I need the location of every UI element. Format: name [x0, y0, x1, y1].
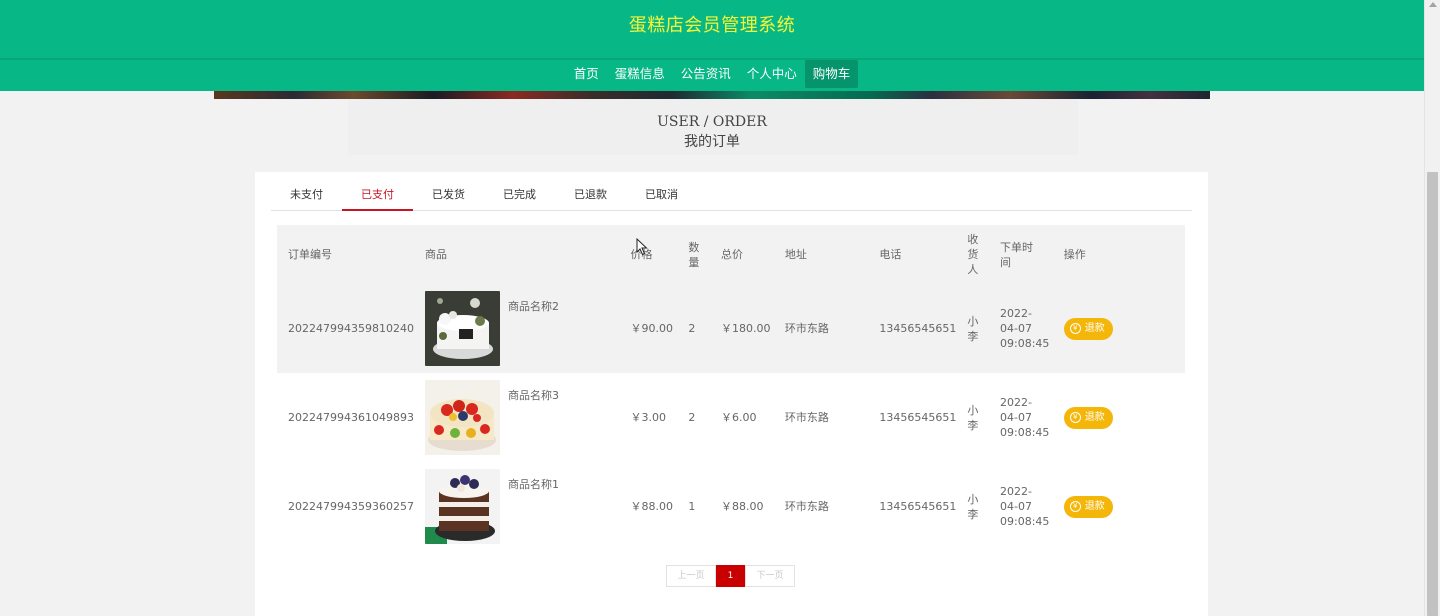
table-row: 202247994361049893 商品名称3 ￥3.00 2 ￥6.00 环… [277, 373, 1185, 462]
header-receiver-cell: 收货人 [956, 225, 989, 284]
goods-name[interactable]: 商品名称2 [508, 299, 559, 314]
address: 环市东路 [784, 500, 829, 513]
header-phone: 电话 [868, 225, 957, 284]
goods-info: 商品名称1 [424, 469, 620, 544]
nav-cake-info[interactable]: 蛋糕信息 [607, 60, 673, 88]
site-header: 蛋糕店会员管理系统 首页 蛋糕信息 公告资讯 个人中心 购物车 [0, 0, 1424, 91]
header-receiver: 收货人 [967, 233, 979, 276]
total: ￥6.00 [721, 411, 757, 424]
header-price: 价格 [619, 225, 678, 284]
order-time-cell: 2022-04-07 09:08:45 [989, 284, 1053, 373]
pagination: 上一页 1 下一页 [666, 565, 795, 587]
order-no: 202247994359360257 [288, 500, 414, 513]
cake-strawberry-fruit-image[interactable] [424, 380, 500, 455]
yen-icon: ¥ [1069, 323, 1081, 334]
order-time: 2022-04-07 09:08:45 [1000, 307, 1050, 350]
goods-name[interactable]: 商品名称3 [508, 388, 559, 403]
tab-shipped[interactable]: 已发货 [413, 180, 484, 210]
receiver: 小李 [967, 314, 979, 343]
receiver: 小李 [967, 492, 979, 521]
receiver-cell: 小李 [956, 373, 989, 462]
price: ￥88.00 [630, 500, 674, 513]
scroll-up-arrow-icon[interactable] [1429, 2, 1437, 7]
goods-name[interactable]: 商品名称1 [508, 477, 559, 492]
mouse-cursor-icon [636, 238, 648, 256]
nav-personal-center[interactable]: 个人中心 [739, 60, 805, 88]
price: ￥3.00 [630, 411, 667, 424]
order-time-cell: 2022-04-07 09:08:45 [989, 373, 1053, 462]
tab-cancelled[interactable]: 已取消 [626, 180, 697, 210]
goods-cell: 商品名称3 [414, 373, 620, 462]
order-time-cell: 2022-04-07 09:08:45 [989, 462, 1053, 551]
refund-label: 退款 [1084, 323, 1105, 334]
yen-icon: ¥ [1069, 501, 1081, 512]
prev-page-button[interactable]: 上一页 [666, 565, 716, 587]
order-time: 2022-04-07 09:08:45 [1000, 485, 1050, 528]
qty: 2 [688, 411, 696, 424]
header-total: 总价 [710, 225, 774, 284]
nav-announcements[interactable]: 公告资讯 [673, 60, 739, 88]
main-nav: 首页 蛋糕信息 公告资讯 个人中心 购物车 [0, 60, 1424, 88]
section-title-cn: 我的订单 [684, 134, 740, 150]
goods-cell: 商品名称2 [413, 284, 620, 373]
tab-paid[interactable]: 已支付 [342, 180, 413, 211]
goods-info: 商品名称3 [424, 380, 620, 455]
cake-white-flowers-image[interactable] [424, 291, 500, 366]
refund-label: 退款 [1084, 412, 1105, 423]
yen-icon: ¥ [1069, 412, 1081, 423]
current-page-button[interactable]: 1 [716, 565, 745, 587]
site-title: 蛋糕店会员管理系统 [628, 15, 796, 36]
action-cell: ¥ 退款 [1052, 284, 1185, 373]
tab-completed[interactable]: 已完成 [484, 180, 555, 210]
phone: 13456545651 [879, 500, 957, 513]
order-time: 2022-04-07 09:08:45 [1000, 396, 1050, 439]
table-header-row: 订单编号 商品 价格 数量 总价 地址 电话 收货人 下单时间 操作 [277, 225, 1185, 284]
qty: 1 [688, 500, 696, 513]
order-no: 202247994361049893 [288, 411, 414, 424]
scrollbar-thumb[interactable] [1427, 172, 1438, 616]
header-address: 地址 [773, 225, 869, 284]
nav-home[interactable]: 首页 [566, 60, 607, 88]
refund-button[interactable]: ¥ 退款 [1063, 406, 1113, 429]
header-action: 操作 [1052, 225, 1185, 284]
action-cell: ¥ 退款 [1053, 462, 1185, 551]
price: ￥90.00 [619, 284, 678, 373]
page-scrollbar[interactable] [1424, 0, 1440, 616]
refund-button[interactable]: ¥ 退款 [1063, 317, 1113, 340]
tab-refunded[interactable]: 已退款 [555, 180, 626, 210]
cake-chocolate-layer-image[interactable] [424, 469, 500, 544]
address: 环市东路 [784, 411, 829, 424]
refund-label: 退款 [1084, 501, 1105, 512]
order-no: 202247994359810240 [277, 284, 414, 373]
total: ￥180.00 [710, 284, 774, 373]
next-page-button[interactable]: 下一页 [745, 565, 795, 587]
receiver-cell: 小李 [956, 462, 989, 551]
address: 环市东路 [773, 284, 869, 373]
phone: 13456545651 [868, 284, 957, 373]
refund-button[interactable]: ¥ 退款 [1063, 495, 1113, 518]
header-goods: 商品 [413, 225, 620, 284]
header-qty-cell: 数量 [677, 225, 710, 284]
section-title-en: USER / ORDER [657, 114, 767, 130]
order-table: 订单编号 商品 价格 数量 总价 地址 电话 收货人 下单时间 操作 20224… [277, 225, 1185, 551]
header-order-time: 下单时间 [1000, 240, 1033, 269]
receiver: 小李 [967, 403, 979, 432]
qty: 2 [677, 284, 710, 373]
phone: 13456545651 [879, 411, 957, 424]
header-order-time-cell: 下单时间 [989, 225, 1053, 284]
action-cell: ¥ 退款 [1053, 373, 1185, 462]
banner-image [214, 91, 1210, 99]
goods-cell: 商品名称1 [414, 462, 620, 551]
table-row: 202247994359810240 商品名称2 ￥90.00 2 ￥180.0… [277, 284, 1185, 373]
total: ￥88.00 [721, 500, 764, 513]
header-order-no: 订单编号 [277, 225, 414, 284]
table-row: 202247994359360257 商品名称1 ￥88.00 1 ￥88.00… [277, 462, 1185, 551]
order-panel: 未支付 已支付 已发货 已完成 已退款 已取消 订单编号 商品 价格 数量 总价… [255, 172, 1208, 616]
goods-info: 商品名称2 [424, 291, 620, 366]
nav-shopping-cart[interactable]: 购物车 [804, 60, 859, 88]
header-qty: 数量 [688, 240, 700, 269]
order-status-tabs: 未支付 已支付 已发货 已完成 已退款 已取消 [271, 180, 1192, 211]
tab-unpaid[interactable]: 未支付 [271, 180, 342, 210]
receiver-cell: 小李 [956, 284, 989, 373]
